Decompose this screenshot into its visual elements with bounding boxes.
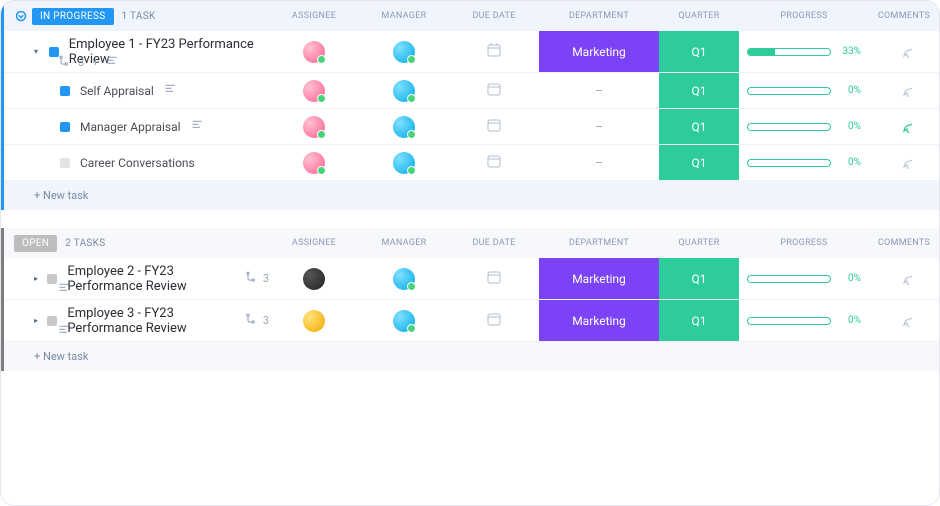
task-row[interactable]: ▸ Employee 3 - FY23 Performance Review 3… xyxy=(4,300,939,342)
description-icon[interactable] xyxy=(58,324,70,339)
new-task-button[interactable]: + New task xyxy=(4,342,939,371)
manager-avatar[interactable] xyxy=(393,80,415,102)
task-name[interactable]: Employee 2 - FY23 Performance Review xyxy=(67,264,235,294)
department-cell[interactable]: Marketing xyxy=(539,258,659,299)
status-pill-open[interactable]: OPEN xyxy=(14,235,57,252)
new-task-button[interactable]: + New task xyxy=(4,181,939,210)
col-manager[interactable]: MANAGER xyxy=(359,238,449,248)
task-count: 1 TASK xyxy=(122,11,156,22)
col-department[interactable]: DEPARTMENT xyxy=(539,238,659,248)
description-icon[interactable] xyxy=(191,119,203,134)
calendar-icon[interactable] xyxy=(486,42,502,61)
calendar-icon[interactable] xyxy=(486,269,502,288)
progress-bar[interactable]: 0% xyxy=(739,315,869,326)
status-square[interactable] xyxy=(47,274,57,284)
status-pill-in-progress[interactable]: IN PROGRESS xyxy=(32,8,114,25)
manager-avatar[interactable] xyxy=(393,310,415,332)
comment-icon[interactable] xyxy=(896,117,912,136)
calendar-icon[interactable] xyxy=(486,153,502,172)
col-progress[interactable]: PROGRESS xyxy=(739,11,869,21)
department-cell[interactable]: – xyxy=(539,145,659,180)
department-cell[interactable]: – xyxy=(539,109,659,144)
comment-icon[interactable] xyxy=(896,311,912,330)
col-comments[interactable]: COMMENTS xyxy=(869,238,939,248)
task-row[interactable]: ▸ Employee 2 - FY23 Performance Review 3… xyxy=(4,258,939,300)
department-cell[interactable]: Marketing xyxy=(539,300,659,341)
progress-bar[interactable]: 33% xyxy=(739,46,869,57)
col-quarter[interactable]: QUARTER xyxy=(659,11,739,21)
group-header: IN PROGRESS 1 TASK ASSIGNEE MANAGER DUE … xyxy=(4,1,939,31)
comment-icon[interactable] xyxy=(896,42,912,61)
chevron-right-icon[interactable]: ▸ xyxy=(34,274,41,283)
assignee-avatar[interactable] xyxy=(303,116,325,138)
col-assignee[interactable]: ASSIGNEE xyxy=(269,238,359,248)
subtask-icon xyxy=(58,55,70,70)
add-subtask[interactable]: + xyxy=(92,56,98,69)
progress-bar[interactable]: 0% xyxy=(739,85,869,96)
calendar-icon[interactable] xyxy=(486,311,502,330)
quarter-cell[interactable]: Q1 xyxy=(659,300,739,341)
task-name[interactable]: Career Conversations xyxy=(80,156,195,170)
task-row[interactable]: Manager Appraisal – Q1 0% xyxy=(4,109,939,145)
task-meta xyxy=(58,282,70,297)
status-square[interactable] xyxy=(47,316,57,326)
col-due-date[interactable]: DUE DATE xyxy=(449,238,539,248)
description-icon[interactable] xyxy=(58,282,70,297)
quarter-cell[interactable]: Q1 xyxy=(659,145,739,180)
col-quarter[interactable]: QUARTER xyxy=(659,238,739,248)
comment-icon[interactable] xyxy=(896,269,912,288)
subtask-icon xyxy=(245,271,257,286)
group-open: OPEN 2 TASKS ASSIGNEE MANAGER DUE DATE D… xyxy=(1,228,939,371)
col-progress[interactable]: PROGRESS xyxy=(739,238,869,248)
assignee-avatar[interactable] xyxy=(303,310,325,332)
calendar-icon[interactable] xyxy=(486,81,502,100)
progress-bar[interactable]: 0% xyxy=(739,157,869,168)
chevron-right-icon[interactable]: ▸ xyxy=(34,316,41,325)
comment-icon[interactable] xyxy=(896,153,912,172)
task-name[interactable]: Employee 3 - FY23 Performance Review xyxy=(67,306,235,336)
manager-avatar[interactable] xyxy=(393,116,415,138)
task-row[interactable]: Self Appraisal – Q1 0% xyxy=(4,73,939,109)
col-manager[interactable]: MANAGER xyxy=(359,11,449,21)
task-row[interactable]: Career Conversations – Q1 0% xyxy=(4,145,939,181)
col-assignee[interactable]: ASSIGNEE xyxy=(269,11,359,21)
task-row[interactable]: ▾ Employee 1 - FY23 Performance Review 3… xyxy=(4,31,939,73)
task-name[interactable]: Manager Appraisal xyxy=(80,120,181,134)
assignee-avatar[interactable] xyxy=(303,80,325,102)
status-square[interactable] xyxy=(60,158,70,168)
assignee-avatar[interactable] xyxy=(303,152,325,174)
chevron-down-icon[interactable] xyxy=(14,9,28,23)
col-due-date[interactable]: DUE DATE xyxy=(449,11,539,21)
col-department[interactable]: DEPARTMENT xyxy=(539,11,659,21)
description-icon[interactable] xyxy=(164,83,176,98)
subtask-icon xyxy=(245,313,257,328)
chevron-down-icon[interactable]: ▾ xyxy=(34,47,43,56)
quarter-cell[interactable]: Q1 xyxy=(659,109,739,144)
calendar-icon[interactable] xyxy=(486,117,502,136)
col-comments[interactable]: COMMENTS xyxy=(869,11,939,21)
department-cell[interactable]: – xyxy=(539,73,659,108)
manager-avatar[interactable] xyxy=(393,152,415,174)
progress-bar[interactable]: 0% xyxy=(739,273,869,284)
assignee-avatar[interactable] xyxy=(303,41,325,63)
status-square[interactable] xyxy=(60,86,70,96)
assignee-avatar[interactable] xyxy=(303,268,325,290)
quarter-cell[interactable]: Q1 xyxy=(659,31,739,72)
comment-icon[interactable] xyxy=(896,81,912,100)
task-count: 2 TASKS xyxy=(65,238,105,249)
status-square[interactable] xyxy=(60,122,70,132)
quarter-cell[interactable]: Q1 xyxy=(659,73,739,108)
task-meta xyxy=(58,324,70,339)
description-icon[interactable] xyxy=(106,55,118,70)
group-header: OPEN 2 TASKS ASSIGNEE MANAGER DUE DATE D… xyxy=(4,228,939,258)
quarter-cell[interactable]: Q1 xyxy=(659,258,739,299)
progress-bar[interactable]: 0% xyxy=(739,121,869,132)
group-in-progress: IN PROGRESS 1 TASK ASSIGNEE MANAGER DUE … xyxy=(1,1,939,210)
task-name[interactable]: Self Appraisal xyxy=(80,84,154,98)
subtask-count: 3 xyxy=(78,56,84,69)
task-meta: 3 + xyxy=(58,55,118,70)
department-cell[interactable]: Marketing xyxy=(539,31,659,72)
manager-avatar[interactable] xyxy=(393,41,415,63)
manager-avatar[interactable] xyxy=(393,268,415,290)
